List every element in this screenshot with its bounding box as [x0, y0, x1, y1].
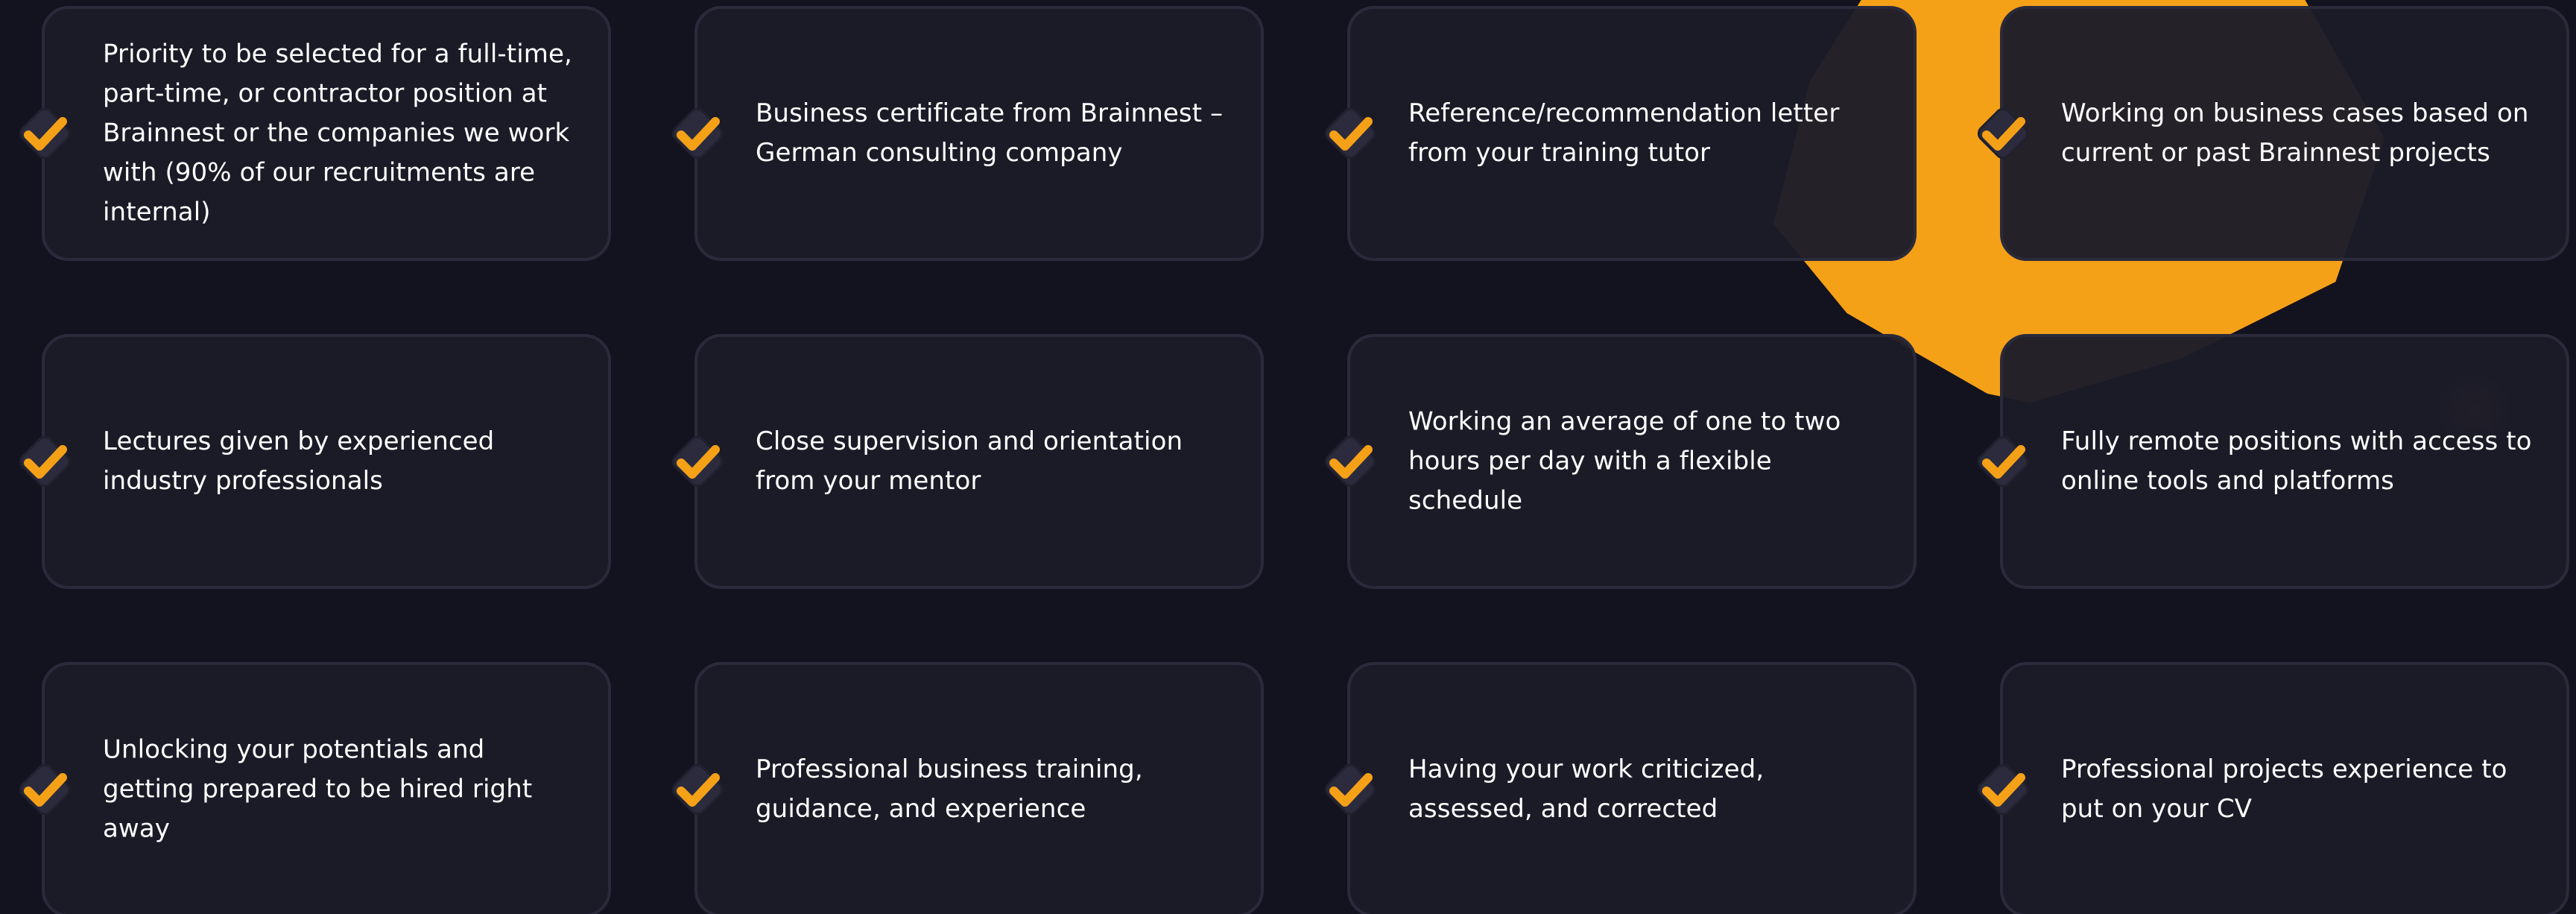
benefit-text: Having your work criticized, assessed, a… [1408, 754, 1765, 824]
checkmark-icon [6, 751, 83, 828]
benefit-card-lectures: Lectures given by experienced industry p… [19, 334, 611, 589]
benefits-page: Priority to be selected for a full-time,… [0, 0, 2576, 914]
benefit-text: Fully remote positions with access to on… [2061, 426, 2532, 496]
checkmark-icon [1311, 423, 1389, 500]
benefit-text: Reference/recommendation letter from you… [1408, 98, 1840, 168]
benefit-text: Close supervision and orientation from y… [756, 426, 1183, 496]
checkmark-icon [1964, 95, 2042, 172]
benefit-card-projects-experience: Professional projects experience to put … [1977, 662, 2569, 914]
benefit-card-remote-positions: Fully remote positions with access to on… [1977, 334, 2569, 589]
checkmark-icon [1311, 751, 1389, 828]
benefit-text: Working an average of one to two hours p… [1408, 406, 1841, 516]
checkmark-icon [659, 423, 736, 500]
benefit-card-work-assessed: Having your work criticized, assessed, a… [1324, 662, 1917, 914]
benefit-text: Unlocking your potentials and getting pr… [103, 734, 533, 844]
benefit-text: Working on business cases based on curre… [2061, 98, 2529, 168]
benefit-card-business-certificate: Business certificate from Brainnest – Ge… [671, 6, 1264, 261]
checkmark-icon [6, 423, 83, 500]
benefit-text: Priority to be selected for a full-time,… [103, 39, 572, 227]
checkmark-icon [1964, 423, 2042, 500]
checkmark-icon [659, 95, 736, 172]
benefit-text: Lectures given by experienced industry p… [103, 426, 495, 496]
checkmark-icon [1311, 95, 1389, 172]
benefit-text: Business certificate from Brainnest – Ge… [756, 98, 1224, 168]
benefit-card-priority-selection: Priority to be selected for a full-time,… [19, 6, 611, 261]
benefit-card-supervision: Close supervision and orientation from y… [671, 334, 1264, 589]
benefit-card-business-cases: Working on business cases based on curre… [1977, 6, 2569, 261]
benefit-text: Professional projects experience to put … [2061, 754, 2507, 824]
benefit-card-unlocking-potentials: Unlocking your potentials and getting pr… [19, 662, 611, 914]
checkmark-icon [659, 751, 736, 828]
benefits-grid: Priority to be selected for a full-time,… [0, 0, 2576, 914]
benefit-card-reference-letter: Reference/recommendation letter from you… [1324, 6, 1917, 261]
checkmark-icon [6, 95, 83, 172]
checkmark-icon [1964, 751, 2042, 828]
benefit-card-flexible-schedule: Working an average of one to two hours p… [1324, 334, 1917, 589]
benefit-text: Professional business training, guidance… [756, 754, 1143, 824]
benefit-card-business-training: Professional business training, guidance… [671, 662, 1264, 914]
